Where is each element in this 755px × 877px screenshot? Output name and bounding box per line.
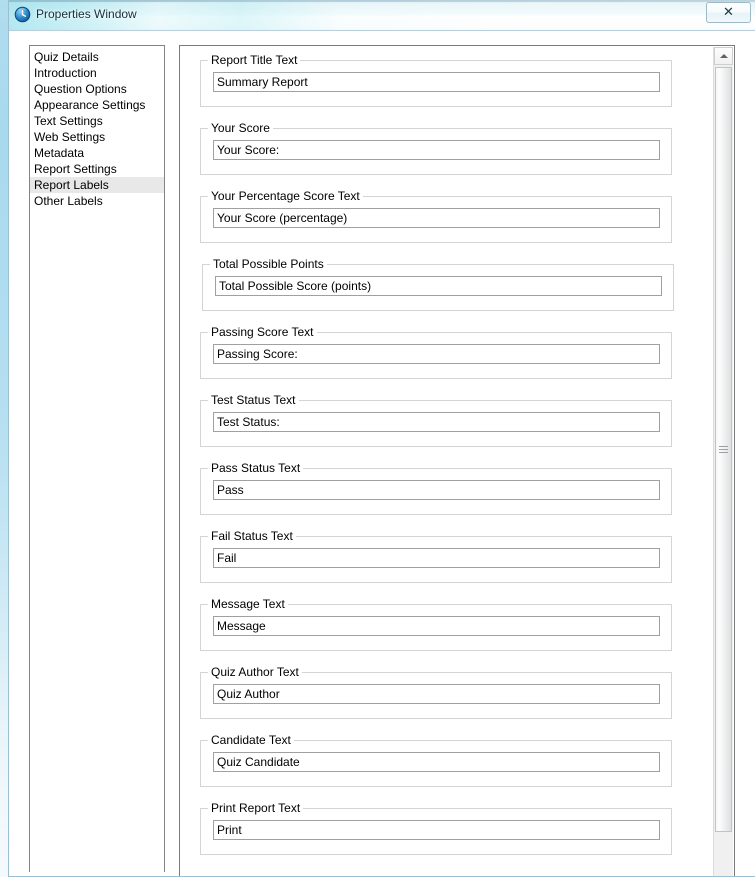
input-value: Total Possible Score (points) <box>219 279 372 293</box>
group-candidate-text: Candidate Text Quiz Candidate <box>200 733 672 787</box>
input-value: Pass <box>217 483 244 497</box>
close-button[interactable]: ✕ <box>706 2 751 23</box>
sidebar-item-label: Text Settings <box>34 114 103 128</box>
input-pass-status-text[interactable]: Pass <box>213 480 660 500</box>
group-pass-status-text: Pass Status Text Pass <box>200 461 672 515</box>
sidebar-item-label: Report Settings <box>34 162 117 176</box>
sidebar-item-report-settings[interactable]: Report Settings <box>30 161 164 177</box>
window-title-bar[interactable]: Properties Window ✕ <box>9 0 755 31</box>
sidebar-item-question-options[interactable]: Question Options <box>30 81 164 97</box>
input-candidate-text[interactable]: Quiz Candidate <box>213 752 660 772</box>
sidebar-item-label: Appearance Settings <box>34 98 146 112</box>
group-legend: Candidate Text <box>208 733 294 747</box>
input-fail-status-text[interactable]: Fail <box>213 548 660 568</box>
scrollbar-thumb[interactable] <box>715 67 732 832</box>
group-legend: Fail Status Text <box>208 529 296 543</box>
input-report-title-text[interactable]: Summary Report <box>213 72 660 92</box>
input-value: Message <box>217 619 266 633</box>
sidebar-item-other-labels[interactable]: Other Labels <box>30 193 164 209</box>
group-legend: Print Report Text <box>208 801 304 815</box>
group-message-text: Message Text Message <box>200 597 672 651</box>
group-passing-score-text: Passing Score Text Passing Score: <box>200 325 672 379</box>
group-test-status-text: Test Status Text Test Status: <box>200 393 672 447</box>
sidebar-item-label: Other Labels <box>34 194 103 208</box>
sidebar-item-label: Question Options <box>34 82 127 96</box>
grip-lines-icon <box>719 445 728 455</box>
triangle-up-icon <box>719 54 728 58</box>
sidebar-item-metadata[interactable]: Metadata <box>30 145 164 161</box>
group-legend: Total Possible Points <box>210 257 327 271</box>
sidebar-item-label: Metadata <box>34 146 85 160</box>
group-print-report-text: Print Report Text Print <box>200 801 672 855</box>
input-test-status-text[interactable]: Test Status: <box>213 412 660 432</box>
window-title: Properties Window <box>36 7 137 21</box>
scroll-up-button[interactable] <box>714 47 733 65</box>
group-legend: Test Status Text <box>208 393 299 407</box>
sidebar-item-label: Introduction <box>34 66 97 80</box>
input-message-text[interactable]: Message <box>213 616 660 636</box>
sidebar-item-text-settings[interactable]: Text Settings <box>30 113 164 129</box>
input-value: Quiz Candidate <box>217 755 300 769</box>
sidebar-item-web-settings[interactable]: Web Settings <box>30 129 164 145</box>
sidebar-item-appearance-settings[interactable]: Appearance Settings <box>30 97 164 113</box>
group-legend: Report Title Text <box>208 53 301 67</box>
clock-icon <box>14 6 31 23</box>
group-total-possible-points: Total Possible Points Total Possible Scor… <box>202 257 674 311</box>
input-total-possible-points[interactable]: Total Possible Score (points) <box>215 276 662 296</box>
sidebar-item-label: Quiz Details <box>34 50 99 64</box>
input-quiz-author-text[interactable]: Quiz Author <box>213 684 660 704</box>
sidebar-item-label: Web Settings <box>34 130 106 144</box>
input-your-score[interactable]: Your Score: <box>213 140 660 160</box>
window-client-area: Quiz Details Introduction Question Options… <box>9 31 755 876</box>
sidebar-item-report-labels[interactable]: Report Labels <box>30 177 164 193</box>
group-your-percentage-score-text: Your Percentage Score Text Your Score (pe… <box>200 189 672 243</box>
input-value: Print <box>217 823 242 837</box>
sidebar-item-quiz-details[interactable]: Quiz Details <box>30 49 164 65</box>
input-value: Passing Score: <box>217 347 298 361</box>
properties-window: Properties Window ✕ Quiz Details Introduc… <box>8 0 755 877</box>
group-report-title-text: Report Title Text Summary Report <box>200 53 672 107</box>
input-value: Your Score (percentage) <box>217 211 348 225</box>
group-fail-status-text: Fail Status Text Fail <box>200 529 672 583</box>
input-value: Fail <box>217 551 237 565</box>
group-legend: Your Score <box>208 121 273 135</box>
group-legend: Quiz Author Text <box>208 665 302 679</box>
input-value: Test Status: <box>217 415 280 429</box>
panel-vertical-scrollbar[interactable] <box>713 47 733 876</box>
group-your-score: Your Score Your Score: <box>200 121 672 175</box>
sidebar-item-introduction[interactable]: Introduction <box>30 65 164 81</box>
settings-group-container: Report Title Text Summary Report Your Scor… <box>180 46 714 876</box>
input-value: Summary Report <box>217 75 308 89</box>
report-labels-panel: Report Title Text Summary Report Your Scor… <box>179 45 735 876</box>
input-passing-score-text[interactable]: Passing Score: <box>213 344 660 364</box>
group-legend: Passing Score Text <box>208 325 317 339</box>
group-legend: Message Text <box>208 597 288 611</box>
close-icon: ✕ <box>723 5 734 20</box>
settings-category-list[interactable]: Quiz Details Introduction Question Options… <box>29 45 165 872</box>
input-your-percentage-score-text[interactable]: Your Score (percentage) <box>213 208 660 228</box>
group-legend: Your Percentage Score Text <box>208 189 363 203</box>
sidebar-item-label: Report Labels <box>34 178 109 192</box>
input-print-report-text[interactable]: Print <box>213 820 660 840</box>
input-value: Your Score: <box>217 143 280 157</box>
input-value: Quiz Author <box>217 687 280 701</box>
group-legend: Pass Status Text <box>208 461 304 475</box>
group-quiz-author-text: Quiz Author Text Quiz Author <box>200 665 672 719</box>
